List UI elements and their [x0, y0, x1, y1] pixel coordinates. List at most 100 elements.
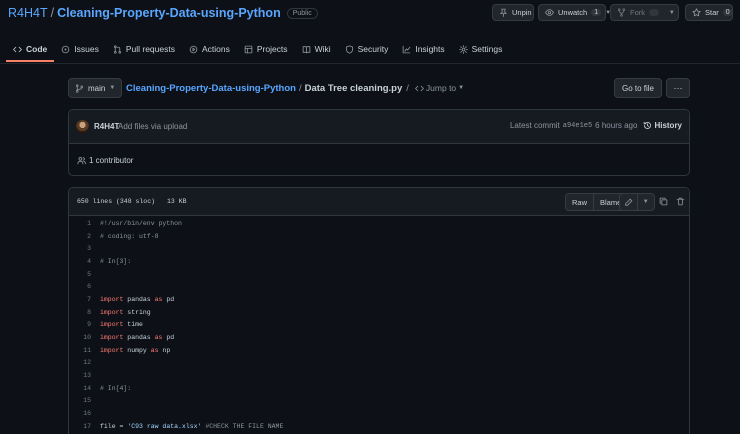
avatar[interactable] — [76, 120, 89, 133]
repo-title-separator: / — [50, 6, 55, 20]
history-icon — [643, 121, 652, 130]
commit-message[interactable]: Add files via upload — [118, 122, 187, 131]
code-line: 12 — [69, 357, 689, 370]
code-line: 16 — [69, 407, 689, 420]
chevron-down-icon: ▼ — [668, 9, 675, 16]
visibility-badge: Public — [286, 7, 318, 19]
star-label: Star — [705, 8, 719, 17]
shield-icon — [345, 44, 354, 54]
tab-insights-label: Insights — [415, 44, 445, 54]
code-line: 14 # In[4]: — [69, 382, 689, 395]
code-view: 1 #!/usr/bin/env python 2 # coding: utf-8 3 4… — [69, 217, 689, 433]
breadcrumb-repo-link[interactable]: Cleaning-Property-Data-using-Python — [126, 83, 296, 94]
tab-code[interactable]: Code — [6, 38, 55, 62]
line-number[interactable]: 11 — [69, 347, 91, 354]
code-line: 1 #!/usr/bin/env python — [69, 217, 689, 230]
tab-security-label: Security — [357, 44, 389, 54]
code-line: 4 # In[3]: — [69, 255, 689, 268]
line-number[interactable]: 14 — [69, 385, 91, 392]
code-text: import string — [100, 308, 151, 316]
chevron-down-icon: ▼ — [109, 85, 116, 91]
tab-security[interactable]: Security — [338, 38, 396, 62]
fork-icon — [617, 8, 626, 17]
code-text: import numpy as np — [100, 346, 171, 354]
line-number[interactable]: 1 — [69, 220, 91, 227]
graph-icon — [402, 45, 411, 54]
pin-icon — [499, 8, 508, 17]
star-count: 0 — [722, 9, 733, 16]
star-button[interactable]: Star 0 — [685, 4, 733, 21]
jump-to-button[interactable]: Jump to ▼ — [415, 83, 464, 93]
line-number[interactable]: 10 — [69, 334, 91, 341]
line-number[interactable]: 8 — [69, 309, 91, 316]
tab-pull-requests[interactable]: Pull requests — [106, 38, 182, 62]
tab-settings-label: Settings — [471, 44, 503, 54]
tab-projects[interactable]: Projects — [237, 38, 295, 62]
raw-button[interactable]: Raw — [566, 194, 593, 210]
breadcrumb-separator: / — [298, 82, 302, 94]
line-number[interactable]: 7 — [69, 296, 91, 303]
breadcrumb-file-name: Data Tree cleaning.py — [304, 82, 403, 94]
repo-header: R4H4T / Cleaning-Property-Data-using-Pyt… — [0, 0, 740, 64]
tab-wiki-label: Wiki — [314, 44, 331, 54]
line-number[interactable]: 16 — [69, 410, 91, 417]
tab-actions[interactable]: Actions — [182, 38, 237, 62]
line-number[interactable]: 17 — [69, 423, 91, 430]
tab-projects-label: Projects — [256, 44, 288, 54]
code-text: import time — [100, 321, 143, 329]
contributors-label: 1 contributor — [89, 156, 134, 165]
branch-select-button[interactable]: main ▼ — [68, 78, 122, 98]
gear-icon — [458, 44, 468, 54]
latest-commit-bar: R4H4T Add files via upload Latest commit… — [69, 110, 689, 144]
commit-author[interactable]: R4H4T — [94, 122, 119, 131]
line-number[interactable]: 5 — [69, 271, 91, 278]
code-line: 9 import time — [69, 319, 689, 332]
jump-to-label: Jump to — [425, 83, 457, 93]
contributors-link[interactable]: 1 contributor — [77, 156, 133, 165]
code-text: #!/usr/bin/env python — [100, 219, 182, 227]
line-number[interactable]: 4 — [69, 258, 91, 265]
branch-name: main — [88, 83, 106, 93]
line-number[interactable]: 12 — [69, 359, 91, 366]
chevron-down-icon: ▼ — [642, 199, 649, 205]
commit-sha[interactable]: a94e1e5 — [563, 122, 592, 130]
unpin-button[interactable]: Unpin — [492, 4, 534, 21]
tab-issues[interactable]: Issues — [54, 38, 106, 62]
tab-wiki[interactable]: Wiki — [295, 38, 338, 62]
tab-insights[interactable]: Insights — [395, 38, 451, 62]
tab-actions-label: Actions — [201, 44, 230, 54]
line-number[interactable]: 2 — [69, 233, 91, 240]
code-icon — [415, 84, 424, 93]
line-number[interactable]: 9 — [69, 321, 91, 328]
line-number[interactable]: 13 — [69, 372, 91, 379]
edit-button[interactable] — [620, 194, 637, 210]
fork-label: Fork — [630, 8, 645, 17]
file-header: 650 lines (348 sloc) 13 KB Raw Blame ▼ — [69, 188, 689, 216]
line-number[interactable]: 15 — [69, 397, 91, 404]
repo-nav: Code Issues Pull requests Actions Projec… — [6, 38, 509, 62]
line-number[interactable]: 3 — [69, 245, 91, 252]
tab-code-label: Code — [26, 44, 48, 54]
latest-commit-label: Latest commit — [509, 121, 560, 130]
trash-icon[interactable] — [676, 197, 685, 206]
line-number[interactable]: 6 — [69, 283, 91, 290]
repo-name-link[interactable]: Cleaning-Property-Data-using-Python — [57, 6, 281, 20]
table-icon — [244, 45, 253, 54]
code-text: # coding: utf-8 — [100, 232, 159, 240]
star-icon — [692, 8, 701, 17]
repo-owner-link[interactable]: R4H4T — [8, 6, 48, 20]
history-link[interactable]: History — [643, 121, 682, 130]
tab-settings[interactable]: Settings — [452, 38, 510, 62]
unwatch-button[interactable]: Unwatch 1 ▼ — [538, 4, 611, 21]
fork-button[interactable]: Fork 0 ▼ — [610, 4, 679, 21]
code-text: import pandas as pd — [100, 334, 175, 342]
code-line: 15 — [69, 395, 689, 408]
go-to-file-button[interactable]: Go to file — [614, 78, 662, 98]
more-options-button[interactable]: ··· — [666, 78, 690, 98]
tab-issues-label: Issues — [74, 44, 99, 54]
edit-dropdown-button[interactable]: ▼ — [636, 194, 655, 210]
copy-icon[interactable] — [659, 197, 668, 206]
breadcrumb: Cleaning-Property-Data-using-Python / Da… — [126, 78, 464, 98]
code-line: 8 import string — [69, 306, 689, 319]
code-line: 3 — [69, 242, 689, 255]
